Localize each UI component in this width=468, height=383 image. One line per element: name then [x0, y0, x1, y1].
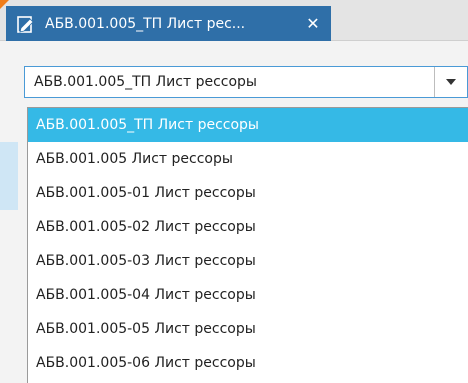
dropdown-option[interactable]: АБВ.001.005_ТП Лист рессоры: [28, 108, 468, 142]
chevron-down-icon[interactable]: [435, 67, 467, 97]
tab-active-document[interactable]: АБВ.001.005_ТП Лист рес... ✕: [6, 6, 331, 41]
dropdown-option[interactable]: АБВ.001.005 Лист рессоры: [28, 142, 468, 176]
tab-bar: АБВ.001.005_ТП Лист рес... ✕: [0, 0, 468, 41]
document-edit-icon: [15, 13, 37, 35]
dropdown-option[interactable]: АБВ.001.005-04 Лист рессоры: [28, 278, 468, 312]
panel-left-strip: [0, 142, 18, 210]
dropdown-option[interactable]: АБВ.001.005-05 Лист рессоры: [28, 312, 468, 346]
dropdown-option[interactable]: АБВ.001.005-06 Лист рессоры: [28, 346, 468, 380]
combobox-value: АБВ.001.005_ТП Лист рессоры: [34, 74, 257, 90]
dropdown-option[interactable]: АБВ.001.005-01 Лист рессоры: [28, 176, 468, 210]
close-icon[interactable]: ✕: [302, 13, 324, 35]
tab-title: АБВ.001.005_ТП Лист рес...: [45, 15, 246, 32]
document-selector-combobox[interactable]: АБВ.001.005_ТП Лист рессоры: [24, 66, 468, 98]
dropdown-option[interactable]: АБВ.001.005-03 Лист рессоры: [28, 244, 468, 278]
dropdown-list[interactable]: АБВ.001.005_ТП Лист рессоры АБВ.001.005 Л…: [27, 107, 468, 383]
dropdown-option[interactable]: АБВ.001.005-02 Лист рессоры: [28, 210, 468, 244]
